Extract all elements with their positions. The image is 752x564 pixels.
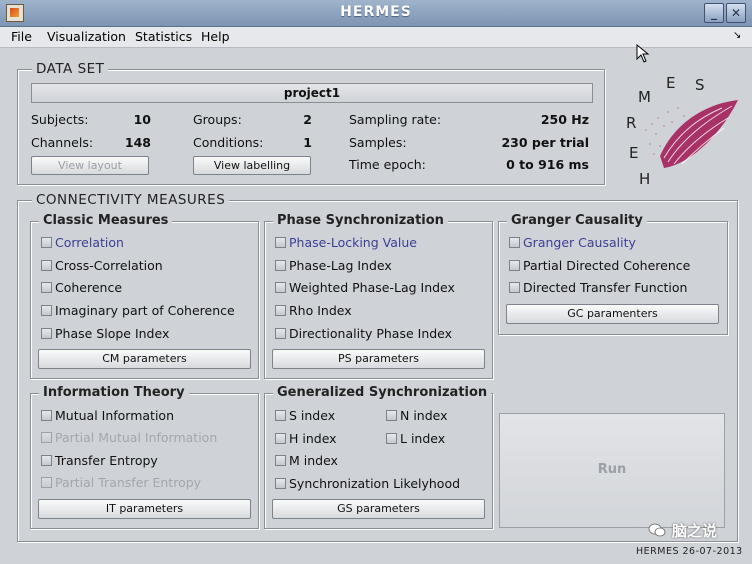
- granger-title: Granger Causality: [507, 213, 647, 228]
- subjects-label: Subjects:: [31, 112, 89, 127]
- logo-letter-e1: E: [629, 144, 638, 162]
- info-theory-title: Information Theory: [39, 385, 189, 400]
- transfer-entropy-label: Transfer Entropy: [55, 453, 158, 468]
- close-icon[interactable]: ✕: [726, 3, 746, 23]
- watermark-text: 脑之说: [672, 522, 718, 540]
- granger-causality-label: Granger Causality: [523, 235, 636, 250]
- window-title: HERMES: [340, 4, 412, 20]
- groups-value: 2: [303, 112, 312, 127]
- phase-slope-index-label: Phase Slope Index: [55, 326, 170, 341]
- partial-transfer-entropy-checkbox[interactable]: [41, 477, 52, 488]
- n-index-checkbox[interactable]: [386, 410, 397, 421]
- logo-letter-r: R: [626, 114, 636, 132]
- subjects-value: 10: [133, 112, 151, 127]
- connectivity-legend: CONNECTIVITY MEASURES: [32, 192, 230, 208]
- groups-label: Groups:: [193, 112, 242, 127]
- channels-label: Channels:: [31, 135, 94, 150]
- samples-label: Samples:: [349, 135, 407, 150]
- pdc-label: Partial Directed Coherence: [523, 258, 691, 273]
- general-sync-title: Generalized Synchronization: [273, 385, 492, 400]
- cross-correlation-checkbox[interactable]: [41, 260, 52, 271]
- plv-checkbox[interactable]: [275, 237, 286, 248]
- s-index-label: S index: [289, 408, 336, 423]
- gc-parameters-button[interactable]: GC paramenters: [506, 304, 719, 324]
- run-button[interactable]: Run: [499, 413, 725, 528]
- phase-sync-title: Phase Synchronization: [273, 213, 448, 228]
- dtf-checkbox[interactable]: [509, 282, 520, 293]
- granger-causality-checkbox[interactable]: [509, 237, 520, 248]
- samples-value: 230 per trial: [501, 135, 589, 150]
- s-index-checkbox[interactable]: [275, 410, 286, 421]
- transfer-entropy-checkbox[interactable]: [41, 455, 52, 466]
- mouse-cursor-icon: [636, 44, 650, 63]
- dtf-label: Directed Transfer Function: [523, 280, 688, 295]
- pdc-checkbox[interactable]: [509, 260, 520, 271]
- conditions-value: 1: [303, 135, 312, 150]
- dock-arrow-icon[interactable]: ↘: [733, 30, 741, 41]
- l-index-label: L index: [400, 431, 446, 446]
- rho-index-checkbox[interactable]: [275, 305, 286, 316]
- partial-transfer-entropy-label: Partial Transfer Entropy: [55, 475, 202, 490]
- view-labelling-button[interactable]: View labelling: [193, 156, 311, 175]
- wpli-checkbox[interactable]: [275, 282, 286, 293]
- coherence-label: Coherence: [55, 280, 123, 295]
- time-epoch-value: 0 to 916 ms: [506, 157, 589, 172]
- time-epoch-label: Time epoch:: [349, 157, 426, 172]
- menu-help[interactable]: Help: [201, 29, 230, 44]
- mutual-information-label: Mutual Information: [55, 408, 174, 423]
- wechat-icon: [648, 522, 666, 537]
- partial-mutual-information-checkbox[interactable]: [41, 432, 52, 443]
- ps-parameters-button[interactable]: PS parameters: [272, 349, 485, 369]
- imaginary-coherence-checkbox[interactable]: [41, 305, 52, 316]
- mutual-information-checkbox[interactable]: [41, 410, 52, 421]
- classic-measures-title: Classic Measures: [39, 213, 173, 228]
- m-index-checkbox[interactable]: [275, 455, 286, 466]
- cross-correlation-label: Cross-Correlation: [55, 258, 163, 273]
- correlation-label: Correlation: [55, 235, 124, 250]
- minimize-icon[interactable]: _: [704, 3, 724, 23]
- logo-letter-e2: E: [666, 74, 675, 92]
- correlation-checkbox[interactable]: [41, 237, 52, 248]
- partial-mutual-information-label: Partial Mutual Information: [55, 430, 218, 445]
- dpi-label: Directionality Phase Index: [289, 326, 453, 341]
- title-bar: HERMES _ ✕: [0, 0, 752, 27]
- logo-letter-h: H: [639, 170, 650, 188]
- menu-file[interactable]: File: [11, 29, 32, 44]
- dpi-checkbox[interactable]: [275, 328, 286, 339]
- cm-parameters-button[interactable]: CM parameters: [38, 349, 251, 369]
- rho-index-label: Rho Index: [289, 303, 352, 318]
- synchronization-likelihood-label: Synchronization Likelyhood: [289, 476, 461, 491]
- m-index-label: M index: [289, 453, 338, 468]
- conditions-label: Conditions:: [193, 135, 264, 150]
- project-name: project1: [31, 83, 593, 103]
- n-index-label: N index: [400, 408, 448, 423]
- dataset-legend: DATA SET: [32, 61, 109, 77]
- plv-label: Phase-Locking Value: [289, 235, 417, 250]
- pli-checkbox[interactable]: [275, 260, 286, 271]
- logo-letter-s: S: [695, 76, 705, 94]
- hermes-logo: H E R M E S: [626, 74, 738, 188]
- sampling-rate-value: 250 Hz: [540, 112, 589, 127]
- wpli-label: Weighted Phase-Lag Index: [289, 280, 455, 295]
- pli-label: Phase-Lag Index: [289, 258, 392, 273]
- menu-visualization[interactable]: Visualization: [47, 29, 126, 44]
- channels-value: 148: [124, 135, 151, 150]
- it-parameters-button[interactable]: IT parameters: [38, 499, 251, 519]
- logo-letter-m: M: [638, 88, 651, 106]
- synchronization-likelihood-checkbox[interactable]: [275, 478, 286, 489]
- gs-parameters-button[interactable]: GS parameters: [272, 499, 485, 519]
- footer-version: HERMES 26-07-2013: [636, 546, 743, 557]
- view-layout-button[interactable]: View layout: [31, 156, 149, 175]
- h-index-label: H index: [289, 431, 337, 446]
- h-index-checkbox[interactable]: [275, 433, 286, 444]
- sampling-rate-label: Sampling rate:: [349, 112, 442, 127]
- l-index-checkbox[interactable]: [386, 433, 397, 444]
- menu-statistics[interactable]: Statistics: [135, 29, 192, 44]
- phase-slope-index-checkbox[interactable]: [41, 328, 52, 339]
- coherence-checkbox[interactable]: [41, 282, 52, 293]
- imaginary-coherence-label: Imaginary part of Coherence: [55, 303, 235, 318]
